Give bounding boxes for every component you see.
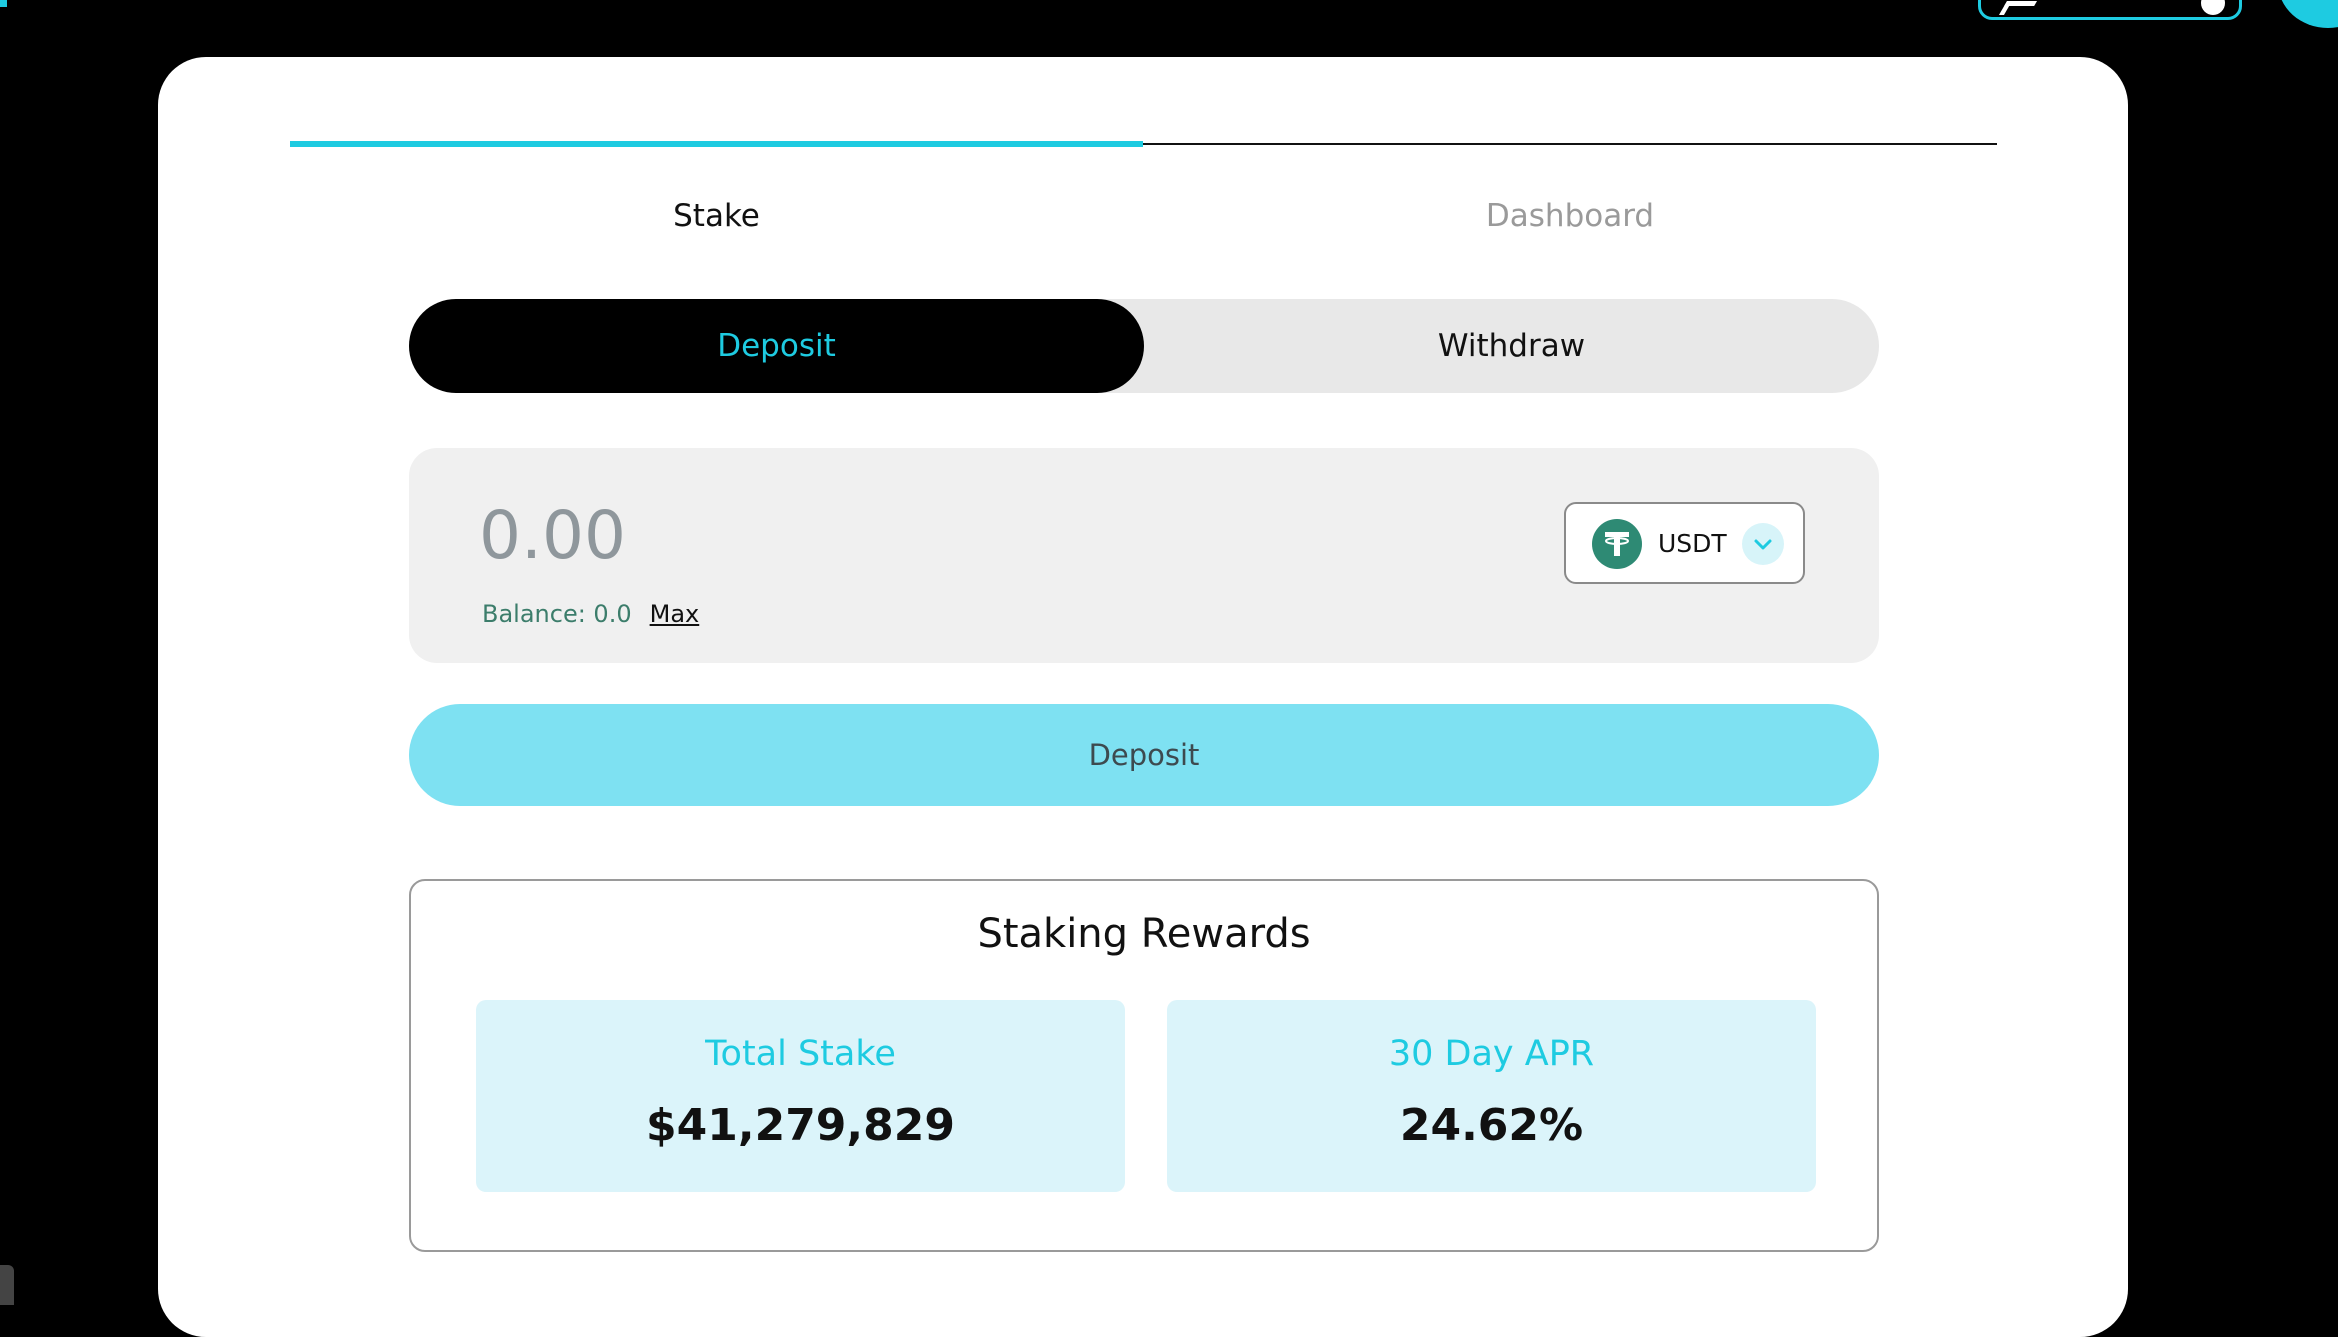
deposit-withdraw-toggle: Deposit Withdraw: [409, 299, 1879, 393]
apr-label: 30 Day APR: [1388, 1034, 1595, 1074]
token-symbol: USDT: [1658, 528, 1727, 558]
wallet-icon: [1998, 1, 2038, 15]
total-stake-card: Total Stake $41,279,829: [476, 1000, 1125, 1192]
tab-dashboard[interactable]: Dashboard: [1143, 157, 1997, 274]
token-select[interactable]: USDT: [1564, 502, 1805, 584]
tab-active-indicator: [290, 141, 1143, 147]
tether-icon: [1592, 519, 1642, 569]
header-wallet-button[interactable]: [1978, 0, 2242, 20]
total-stake-label: Total Stake: [705, 1034, 896, 1074]
side-handle[interactable]: [0, 1265, 14, 1305]
rewards-title: Staking Rewards: [977, 911, 1311, 957]
amount-input[interactable]: [479, 490, 1379, 580]
total-stake-value: $41,279,829: [646, 1100, 955, 1151]
header-menu-button[interactable]: [2278, 0, 2338, 28]
tab-underline: [1143, 143, 1997, 145]
tab-stake[interactable]: Stake: [290, 157, 1143, 274]
apr-value: 24.62%: [1399, 1100, 1584, 1151]
avatar: [2201, 0, 2225, 15]
withdraw-toggle-button[interactable]: Withdraw: [1144, 299, 1879, 393]
staking-card: Stake Dashboard Deposit Withdraw Balance…: [158, 57, 2128, 1337]
chevron-down-icon: [1742, 523, 1784, 565]
max-button[interactable]: Max: [650, 600, 700, 628]
left-edge-marker: [0, 0, 7, 7]
amount-panel: Balance: 0.0 Max USDT: [409, 448, 1879, 663]
tab-bar: Stake Dashboard: [290, 157, 1997, 277]
deposit-button[interactable]: Deposit: [409, 704, 1879, 806]
deposit-toggle-button[interactable]: Deposit: [409, 299, 1144, 393]
staking-rewards-panel: Staking Rewards Total Stake $41,279,829 …: [409, 879, 1879, 1252]
balance-label: Balance: 0.0: [482, 600, 632, 628]
balance-row: Balance: 0.0 Max: [482, 600, 699, 628]
apr-card: 30 Day APR 24.62%: [1167, 1000, 1816, 1192]
